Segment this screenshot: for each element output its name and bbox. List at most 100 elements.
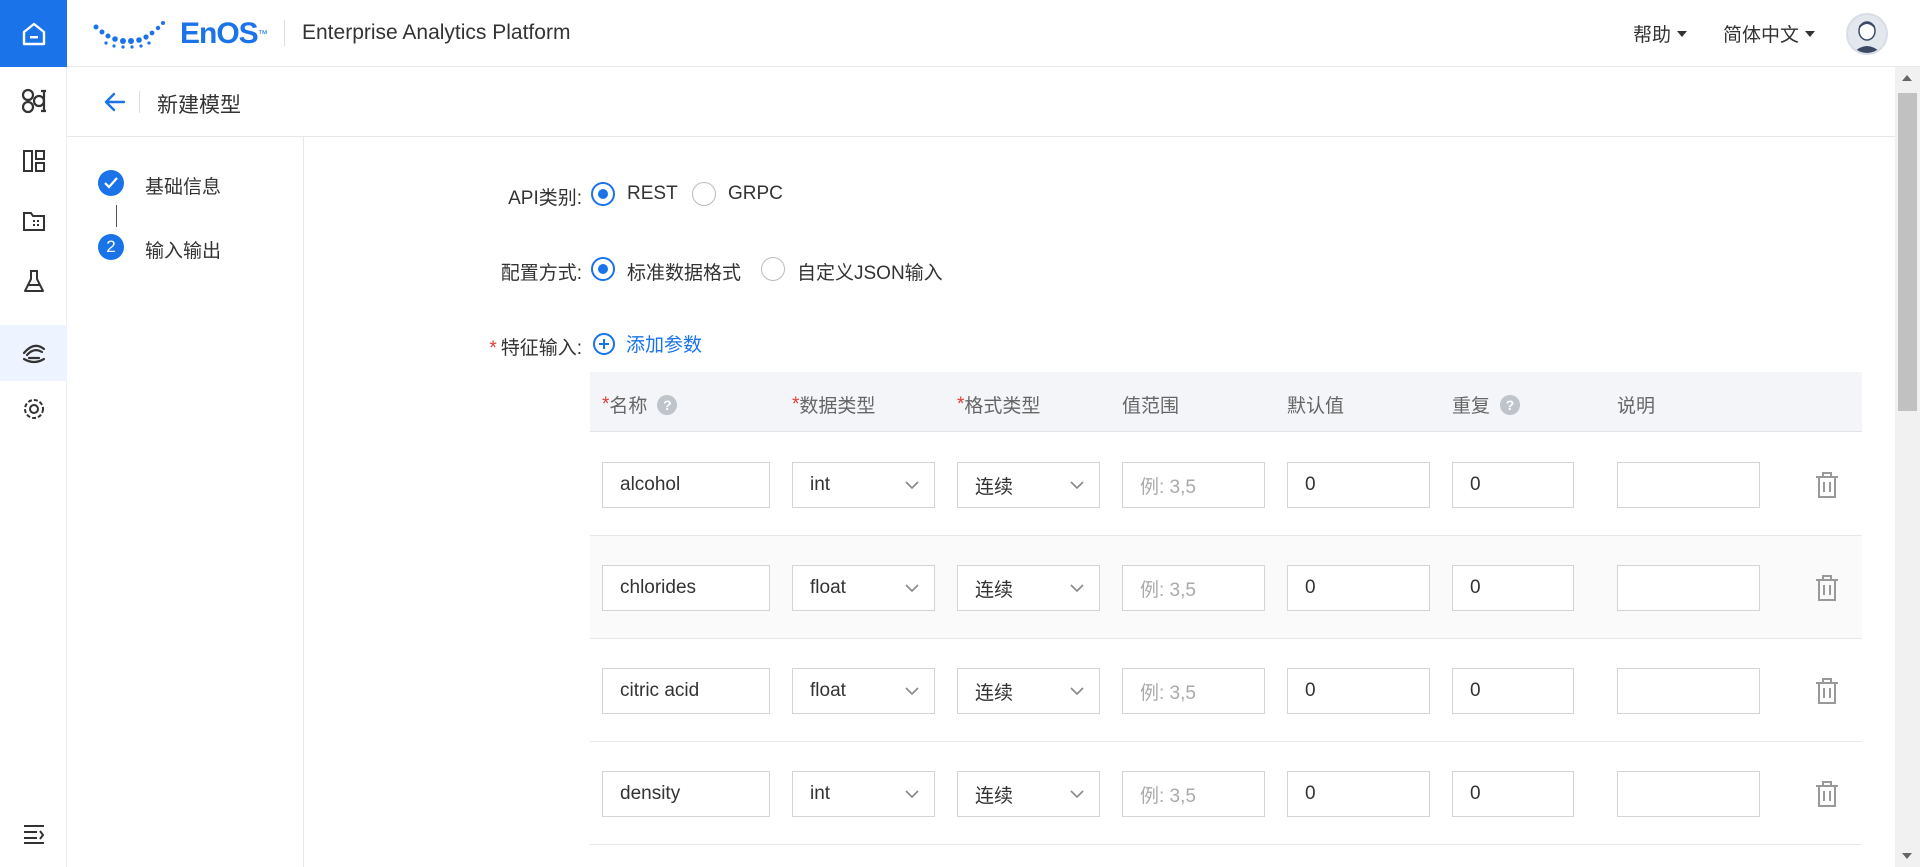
rail-collapse-toggle[interactable] <box>0 805 67 861</box>
enos-logo[interactable]: EnOS ™ <box>92 14 268 54</box>
table-row: citric acid float 连续 例: 3,5 0 0 <box>590 639 1862 742</box>
rail-item-settings[interactable] <box>0 381 67 437</box>
rail-item-model-graph[interactable] <box>0 73 67 129</box>
page-header: 新建模型 <box>67 67 1895 137</box>
param-name-input[interactable]: density <box>602 771 770 817</box>
back-button[interactable] <box>102 89 128 115</box>
value-range-input[interactable]: 例: 3,5 <box>1122 771 1265 817</box>
format-type-select[interactable]: 连续 <box>957 462 1100 508</box>
help-menu[interactable]: 帮助 <box>1633 20 1688 47</box>
value-range-input[interactable]: 例: 3,5 <box>1122 565 1265 611</box>
required-mark: * <box>489 338 497 359</box>
repeat-input[interactable]: 0 <box>1452 565 1574 611</box>
trash-icon[interactable] <box>1814 780 1840 808</box>
required-mark: * <box>957 393 965 415</box>
format-type-value: 连续 <box>975 579 1014 601</box>
params-table-header: * 名称? * 数据类型 * 格式类型 值范围 默认值 重复? 说明 <box>590 372 1862 432</box>
scroll-up-arrow-icon[interactable] <box>1902 75 1912 81</box>
rail-item-dashboard[interactable] <box>0 133 67 189</box>
data-type-select[interactable]: int <box>792 462 935 508</box>
description-input[interactable] <box>1617 771 1760 817</box>
description-input[interactable] <box>1617 462 1760 508</box>
chevron-down-icon <box>1070 790 1084 799</box>
trash-icon[interactable] <box>1814 574 1840 602</box>
th-value-range: 值范围 <box>1122 396 1180 417</box>
default-value-input[interactable]: 0 <box>1287 462 1430 508</box>
th-name: * 名称? <box>602 391 678 418</box>
rail-item-model-deploy[interactable] <box>0 325 67 381</box>
help-question-icon[interactable]: ? <box>1500 394 1521 415</box>
language-menu[interactable]: 简体中文 <box>1723 20 1816 47</box>
rail-item-lab[interactable] <box>0 253 67 309</box>
scroll-thumb[interactable] <box>1898 93 1917 411</box>
param-name-input[interactable]: chlorides <box>602 565 770 611</box>
format-type-value: 连续 <box>975 682 1014 704</box>
chevron-down-icon <box>905 687 919 696</box>
radio-api-grpc[interactable] <box>692 182 716 206</box>
header-divider <box>139 91 140 113</box>
default-value-input[interactable]: 0 <box>1287 771 1430 817</box>
description-input[interactable] <box>1617 565 1760 611</box>
step-1-label[interactable]: 基础信息 <box>145 172 221 199</box>
feature-input-label: * 特征输入: <box>422 333 582 360</box>
top-divider <box>284 20 285 46</box>
radio-api-grpc-label[interactable]: GRPC <box>728 183 783 205</box>
default-value-input[interactable]: 0 <box>1287 565 1430 611</box>
table-row: alcohol int 连续 例: 3,5 0 0 <box>590 433 1862 536</box>
check-icon <box>104 177 118 189</box>
rail-item-data-folder[interactable] <box>0 193 67 249</box>
repeat-input[interactable]: 0 <box>1452 462 1574 508</box>
model-graph-icon <box>21 88 46 114</box>
repeat-input[interactable]: 0 <box>1452 771 1574 817</box>
arrow-left-icon <box>104 92 126 112</box>
home-button[interactable] <box>0 0 67 67</box>
add-param-button[interactable]: 添加参数 <box>592 330 702 357</box>
radio-config-standard[interactable] <box>591 257 615 281</box>
value-range-input[interactable]: 例: 3,5 <box>1122 462 1265 508</box>
default-value-input[interactable]: 0 <box>1287 668 1430 714</box>
data-type-value: float <box>810 680 846 701</box>
brand-tm: ™ <box>257 28 268 40</box>
trash-icon[interactable] <box>1814 677 1840 705</box>
data-folder-icon <box>22 212 45 231</box>
step-2-label[interactable]: 输入输出 <box>145 236 221 263</box>
radio-api-rest-label[interactable]: REST <box>627 183 678 205</box>
scroll-down-arrow-icon[interactable] <box>1902 853 1912 859</box>
th-description: 说明 <box>1617 396 1656 417</box>
param-name-input[interactable]: citric acid <box>602 668 770 714</box>
radio-api-rest[interactable] <box>591 182 615 206</box>
platform-title: Enterprise Analytics Platform <box>302 21 571 44</box>
data-type-select[interactable]: float <box>792 668 935 714</box>
plus-circle-icon <box>593 332 615 355</box>
value-range-input[interactable]: 例: 3,5 <box>1122 668 1265 714</box>
description-input[interactable] <box>1617 668 1760 714</box>
help-question-icon[interactable]: ? <box>657 394 678 415</box>
format-type-select[interactable]: 连续 <box>957 771 1100 817</box>
format-type-select[interactable]: 连续 <box>957 565 1100 611</box>
radio-config-standard-label[interactable]: 标准数据格式 <box>627 258 741 285</box>
chevron-down-icon <box>1070 584 1084 593</box>
th-repeat: 重复? <box>1452 391 1521 418</box>
caret-down-icon <box>1805 30 1816 37</box>
left-nav-rail <box>0 67 67 867</box>
user-avatar[interactable] <box>1846 13 1888 55</box>
trash-icon[interactable] <box>1814 471 1840 499</box>
help-label: 帮助 <box>1633 25 1672 46</box>
enos-dots-icon <box>93 21 165 49</box>
data-type-value: int <box>810 474 831 495</box>
th-name-text: 名称 <box>609 396 648 417</box>
brand-name: EnOS <box>180 17 259 50</box>
feature-input-label-text: 特征输入: <box>500 338 582 359</box>
format-type-select[interactable]: 连续 <box>957 668 1100 714</box>
repeat-input[interactable]: 0 <box>1452 668 1574 714</box>
data-type-select[interactable]: float <box>792 565 935 611</box>
radio-config-json-label[interactable]: 自定义JSON输入 <box>797 258 943 285</box>
param-name-input[interactable]: alcohol <box>602 462 770 508</box>
chevron-down-icon <box>1070 481 1084 490</box>
radio-config-json[interactable] <box>761 257 785 281</box>
vertical-scrollbar[interactable] <box>1895 67 1920 867</box>
required-mark: * <box>602 393 610 415</box>
caret-down-icon <box>1677 30 1688 37</box>
chevron-down-icon <box>905 790 919 799</box>
data-type-select[interactable]: int <box>792 771 935 817</box>
